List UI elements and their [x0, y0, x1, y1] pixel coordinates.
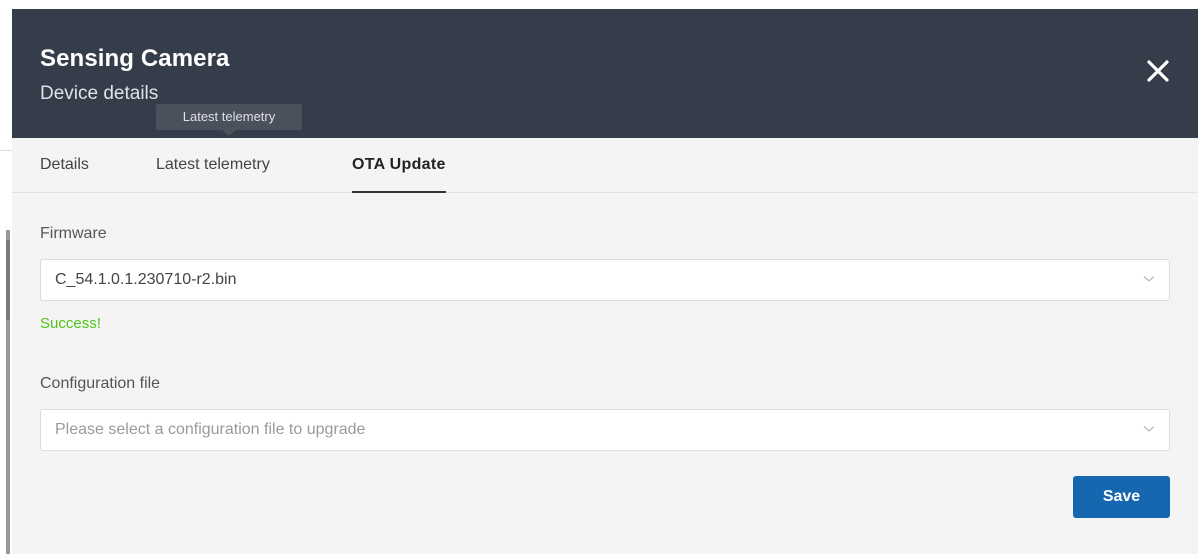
backdrop-scrollbar — [6, 240, 10, 320]
chevron-down-icon — [1143, 426, 1155, 432]
firmware-label: Firmware — [40, 225, 107, 242]
drawer-subtitle: Device details — [40, 83, 159, 104]
tab-details[interactable]: Details — [40, 138, 89, 192]
firmware-status: Success! — [40, 315, 101, 332]
tab-tooltip: Latest telemetry — [156, 104, 302, 136]
tab-bar: Details Latest telemetry OTA Update — [12, 138, 1198, 193]
firmware-select-value: C_54.1.0.1.230710-r2.bin — [55, 271, 237, 288]
config-file-placeholder: Please select a configuration file to up… — [55, 421, 366, 438]
backdrop-divider — [0, 150, 12, 151]
drawer-title: Sensing Camera — [40, 45, 230, 72]
config-file-label: Configuration file — [40, 375, 161, 392]
tab-latest-telemetry[interactable]: Latest telemetry — [156, 138, 270, 192]
save-button[interactable]: Save — [1073, 476, 1170, 518]
config-file-select[interactable]: Please select a configuration file to up… — [40, 409, 1170, 451]
chevron-down-icon — [1143, 276, 1155, 282]
backdrop-page — [0, 0, 12, 554]
close-icon — [1147, 60, 1169, 82]
drawer-header: Sensing Camera Device details Latest tel… — [12, 9, 1198, 138]
backdrop-top — [0, 0, 1198, 9]
firmware-select[interactable]: C_54.1.0.1.230710-r2.bin — [40, 259, 1170, 301]
device-details-drawer: Sensing Camera Device details Latest tel… — [12, 9, 1198, 554]
close-button[interactable] — [1144, 57, 1172, 85]
tab-ota-update[interactable]: OTA Update — [352, 138, 446, 193]
